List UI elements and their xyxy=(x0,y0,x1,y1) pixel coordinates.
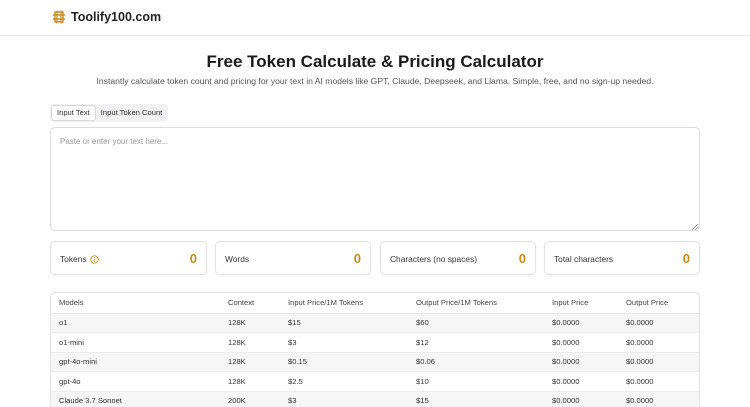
cell-output-price: $0.0000 xyxy=(618,352,699,372)
cell-input-price-per-1m: $2.5 xyxy=(280,371,408,392)
cell-context: 128K xyxy=(220,332,280,353)
input-mode-tabs: Input Text Input Token Count xyxy=(50,104,169,122)
cell-model: o1 xyxy=(51,313,220,333)
cell-context: 128K xyxy=(220,371,280,392)
stat-value-tokens: 0 xyxy=(189,251,197,266)
cell-input-price: $0.0000 xyxy=(544,313,618,333)
cell-context: 128K xyxy=(220,352,280,372)
tab-input-token-count[interactable]: Input Token Count xyxy=(96,105,168,121)
column-header-models: Models xyxy=(51,293,220,314)
column-header-input-price: Input Price xyxy=(544,293,618,314)
cell-model: Claude 3.7 Sonnet xyxy=(51,391,220,407)
pricing-table: Models Context Input Price/1M Tokens Out… xyxy=(51,293,699,407)
cell-model: gpt-4o xyxy=(51,371,220,392)
logo-icon xyxy=(53,10,65,24)
column-header-output-price: Output Price xyxy=(618,293,699,314)
cell-output-price-per-1m: $12 xyxy=(408,332,544,353)
stat-card-characters-no-spaces: Characters (no spaces) 0 xyxy=(380,241,536,275)
cell-input-price-per-1m: $0.15 xyxy=(280,352,408,372)
cell-output-price-per-1m: $60 xyxy=(408,313,544,333)
info-icon[interactable] xyxy=(89,254,99,264)
cell-input-price: $0.0000 xyxy=(544,391,618,407)
cell-input-price: $0.0000 xyxy=(544,332,618,353)
cell-output-price-per-1m: $15 xyxy=(408,391,544,407)
cell-input-price-per-1m: $3 xyxy=(280,332,408,353)
column-header-context: Context xyxy=(220,293,280,314)
column-header-input-price-per-1m: Input Price/1M Tokens xyxy=(280,293,408,314)
table-header-row: Models Context Input Price/1M Tokens Out… xyxy=(51,293,699,314)
resize-handle-icon[interactable] xyxy=(692,224,698,230)
stat-label-characters-no-spaces: Characters (no spaces) xyxy=(390,254,478,264)
cell-input-price-per-1m: $3 xyxy=(280,391,408,407)
cell-context: 128K xyxy=(220,313,280,333)
page-subtitle: Instantly calculate token count and pric… xyxy=(96,76,654,86)
table-row: gpt-4o-mini 128K $0.15 $0.06 $0.0000 $0.… xyxy=(51,352,699,372)
stat-label-text: Tokens xyxy=(60,254,87,264)
site-header: Toolify100.com xyxy=(0,0,750,36)
table-row: o1-mini 128K $3 $12 $0.0000 $0.0000 xyxy=(51,332,699,353)
cell-output-price-per-1m: $10 xyxy=(408,371,544,392)
table-row: gpt-4o 128K $2.5 $10 $0.0000 $0.0000 xyxy=(51,371,699,392)
table-row: Claude 3.7 Sonnet 200K $3 $15 $0.0000 $0… xyxy=(51,391,699,407)
stat-label-total-characters: Total characters xyxy=(554,254,614,264)
stat-value-words: 0 xyxy=(353,251,361,266)
cell-output-price: $0.0000 xyxy=(618,371,699,392)
cell-input-price-per-1m: $15 xyxy=(280,313,408,333)
cell-model: o1-mini xyxy=(51,332,220,353)
cell-model: gpt-4o-mini xyxy=(51,352,220,372)
cell-output-price: $0.0000 xyxy=(618,332,699,353)
stat-label-tokens: Tokens xyxy=(60,254,99,264)
stat-value-characters-no-spaces: 0 xyxy=(518,251,526,266)
stat-label-words: Words xyxy=(225,254,250,264)
table-row: o1 128K $15 $60 $0.0000 $0.0000 xyxy=(51,313,699,333)
tab-input-text[interactable]: Input Text xyxy=(51,105,96,121)
page-title: Free Token Calculate & Pricing Calculato… xyxy=(206,52,544,71)
stat-card-tokens: Tokens 0 xyxy=(50,241,207,275)
cell-output-price: $0.0000 xyxy=(618,391,699,407)
cell-output-price-per-1m: $0.06 xyxy=(408,352,544,372)
stat-value-total-characters: 0 xyxy=(682,251,690,266)
cell-context: 200K xyxy=(220,391,280,407)
brand-name: Toolify100.com xyxy=(71,10,162,24)
logo[interactable]: Toolify100.com xyxy=(52,10,161,24)
pricing-table-card: Models Context Input Price/1M Tokens Out… xyxy=(50,292,700,407)
cell-input-price: $0.0000 xyxy=(544,352,618,372)
stat-card-words: Words 0 xyxy=(215,241,371,275)
column-header-output-price-per-1m: Output Price/1M Tokens xyxy=(408,293,544,314)
stat-card-total-characters: Total characters 0 xyxy=(544,241,700,275)
cell-output-price: $0.0000 xyxy=(618,313,699,333)
text-input[interactable] xyxy=(50,127,700,231)
cell-input-price: $0.0000 xyxy=(544,371,618,392)
